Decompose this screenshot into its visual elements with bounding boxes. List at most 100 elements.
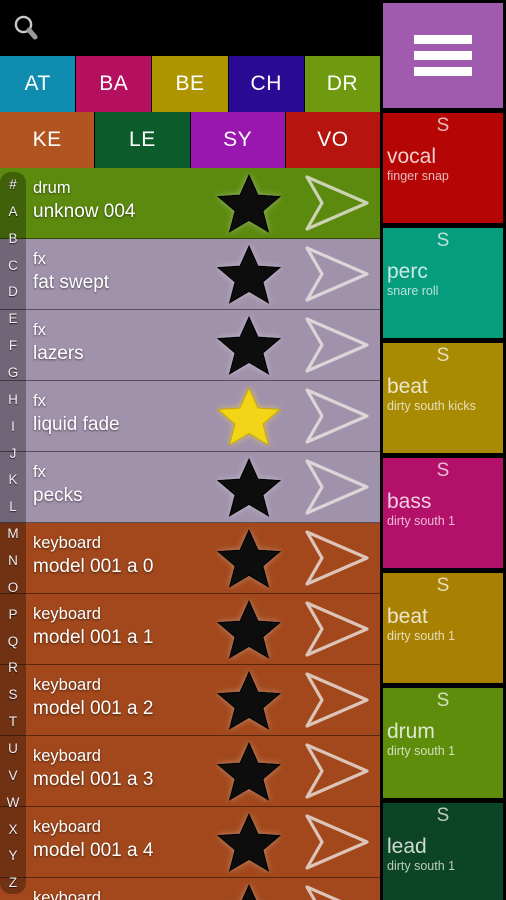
category-button-label: LE [129, 128, 156, 151]
alphabet-index-p[interactable]: P [0, 608, 26, 622]
sound-row-name: fat swept [33, 272, 110, 293]
favorite-star-icon[interactable] [213, 311, 285, 379]
sound-list-row[interactable]: keyboard model 001 a 4 [0, 807, 380, 878]
alphabet-index-v[interactable]: V [0, 769, 26, 783]
sound-list-row[interactable]: fx lazers [0, 310, 380, 381]
play-arrow-icon[interactable] [296, 809, 374, 875]
favorite-star-icon[interactable] [213, 453, 285, 521]
category-button-label: AT [24, 72, 51, 95]
pad-solo-button[interactable]: S [383, 115, 503, 137]
sound-list-row[interactable]: keyboard model 001 a 1 [0, 594, 380, 665]
alphabet-index-o[interactable]: O [0, 581, 26, 595]
alphabet-index-e[interactable]: E [0, 312, 26, 326]
alphabet-index-i[interactable]: I [0, 420, 26, 434]
pad-solo-button[interactable]: S [383, 690, 503, 712]
alphabet-index-hash[interactable]: # [0, 178, 26, 192]
category-button-ke[interactable]: KE [0, 112, 96, 168]
sound-row-text: keyboard model 001 a 1 [33, 603, 233, 650]
favorite-star-icon[interactable] [213, 524, 285, 592]
play-arrow-icon[interactable] [296, 454, 374, 520]
pad-name-label: lead [387, 835, 427, 858]
hamburger-line-3 [414, 67, 472, 76]
sound-list-row[interactable]: keyboard model 001 a 2 [0, 665, 380, 736]
alphabet-index-n[interactable]: N [0, 554, 26, 568]
alphabet-index-y[interactable]: Y [0, 849, 26, 863]
pad-solo-button[interactable]: S [383, 575, 503, 597]
play-arrow-icon[interactable] [296, 170, 374, 236]
favorite-star-icon[interactable] [213, 737, 285, 805]
alphabet-index-strip[interactable]: # A B C D E F G H I J K L M N O P Q R S T U V W X Y Z [0, 172, 26, 894]
alphabet-index-j[interactable]: J [0, 447, 26, 461]
sound-list-row[interactable]: fx fat swept [0, 239, 380, 310]
favorite-star-icon[interactable] [213, 666, 285, 734]
favorite-star-icon[interactable] [213, 240, 285, 308]
sound-pad-lead[interactable]: Slead dirty south 1 [383, 803, 503, 900]
category-button-dr[interactable]: DR [304, 56, 381, 112]
category-button-vo[interactable]: VO [285, 112, 380, 168]
favorite-star-icon-active[interactable] [213, 382, 285, 450]
sound-list-row[interactable]: keyboard model 001 a 3 [0, 736, 380, 807]
alphabet-index-k[interactable]: K [0, 473, 26, 487]
play-arrow-icon[interactable] [296, 525, 374, 591]
pad-sublabel: finger snap [387, 169, 449, 183]
alphabet-index-r[interactable]: R [0, 661, 26, 675]
category-button-ba[interactable]: BA [76, 56, 153, 112]
sound-list-row[interactable]: keyboard model 001 a 0 [0, 523, 380, 594]
alphabet-index-x[interactable]: X [0, 823, 26, 837]
sound-row-text: keyboard model 001 a 4 [33, 816, 233, 863]
alphabet-index-z[interactable]: Z [0, 876, 26, 890]
category-button-sy[interactable]: SY [190, 112, 286, 168]
sound-list-row[interactable]: keyboard [0, 878, 380, 900]
sound-row-text: keyboard [33, 887, 233, 900]
search-icon[interactable] [8, 10, 44, 46]
alphabet-index-h[interactable]: H [0, 393, 26, 407]
sound-pad-drum[interactable]: Sdrum dirty south 1 [383, 688, 503, 798]
play-arrow-icon[interactable] [296, 596, 374, 662]
hamburger-menu-button[interactable] [383, 3, 503, 108]
alphabet-index-l[interactable]: L [0, 500, 26, 514]
pad-solo-button[interactable]: S [383, 460, 503, 482]
category-button-le[interactable]: LE [95, 112, 191, 168]
sound-list-row[interactable]: fx liquid fade [0, 381, 380, 452]
pad-solo-button[interactable]: S [383, 345, 503, 367]
alphabet-index-w[interactable]: W [0, 796, 26, 810]
sound-row-text: keyboard model 001 a 2 [33, 674, 233, 721]
sound-list-row[interactable]: fx pecks [0, 452, 380, 523]
alphabet-index-s[interactable]: S [0, 688, 26, 702]
play-arrow-icon[interactable] [296, 312, 374, 378]
sound-pad-beat[interactable]: Sbeat dirty south 1 [383, 573, 503, 683]
alphabet-index-a[interactable]: A [0, 205, 26, 219]
play-arrow-icon[interactable] [296, 738, 374, 804]
sound-list[interactable]: drum unknow 004 fx fat swept fx lazers fx liqui… [0, 168, 380, 900]
sound-list-row[interactable]: drum unknow 004 [0, 168, 380, 239]
play-arrow-icon[interactable] [296, 667, 374, 733]
pad-solo-button[interactable]: S [383, 230, 503, 252]
pad-sublabel: dirty south 1 [387, 744, 456, 758]
sound-pad-perc[interactable]: Sperc snare roll [383, 228, 503, 338]
category-button-ch[interactable]: CH [228, 56, 305, 112]
play-arrow-icon[interactable] [296, 383, 374, 449]
sound-pad-bass[interactable]: Sbass dirty south 1 [383, 458, 503, 568]
alphabet-index-g[interactable]: G [0, 366, 26, 380]
alphabet-index-c[interactable]: C [0, 259, 26, 273]
play-arrow-icon[interactable] [296, 880, 374, 900]
alphabet-index-t[interactable]: T [0, 715, 26, 729]
pad-stack: Svocal finger snap Sperc snare roll Sbeat dir… [383, 113, 503, 900]
alphabet-index-u[interactable]: U [0, 742, 26, 756]
sound-pad-vocal[interactable]: Svocal finger snap [383, 113, 503, 223]
alphabet-index-b[interactable]: B [0, 232, 26, 246]
play-arrow-icon[interactable] [296, 241, 374, 307]
alphabet-index-q[interactable]: Q [0, 635, 26, 649]
favorite-star-icon[interactable] [213, 879, 285, 900]
pad-solo-button[interactable]: S [383, 805, 503, 827]
sound-pad-beat[interactable]: Sbeat dirty south kicks [383, 343, 503, 453]
alphabet-index-m[interactable]: M [0, 527, 26, 541]
favorite-star-icon[interactable] [213, 808, 285, 876]
search-bar[interactable] [0, 0, 380, 56]
category-button-at[interactable]: AT [0, 56, 77, 112]
favorite-star-icon[interactable] [213, 595, 285, 663]
alphabet-index-d[interactable]: D [0, 285, 26, 299]
category-button-be[interactable]: BE [152, 56, 229, 112]
favorite-star-icon[interactable] [213, 169, 285, 237]
alphabet-index-f[interactable]: F [0, 339, 26, 353]
